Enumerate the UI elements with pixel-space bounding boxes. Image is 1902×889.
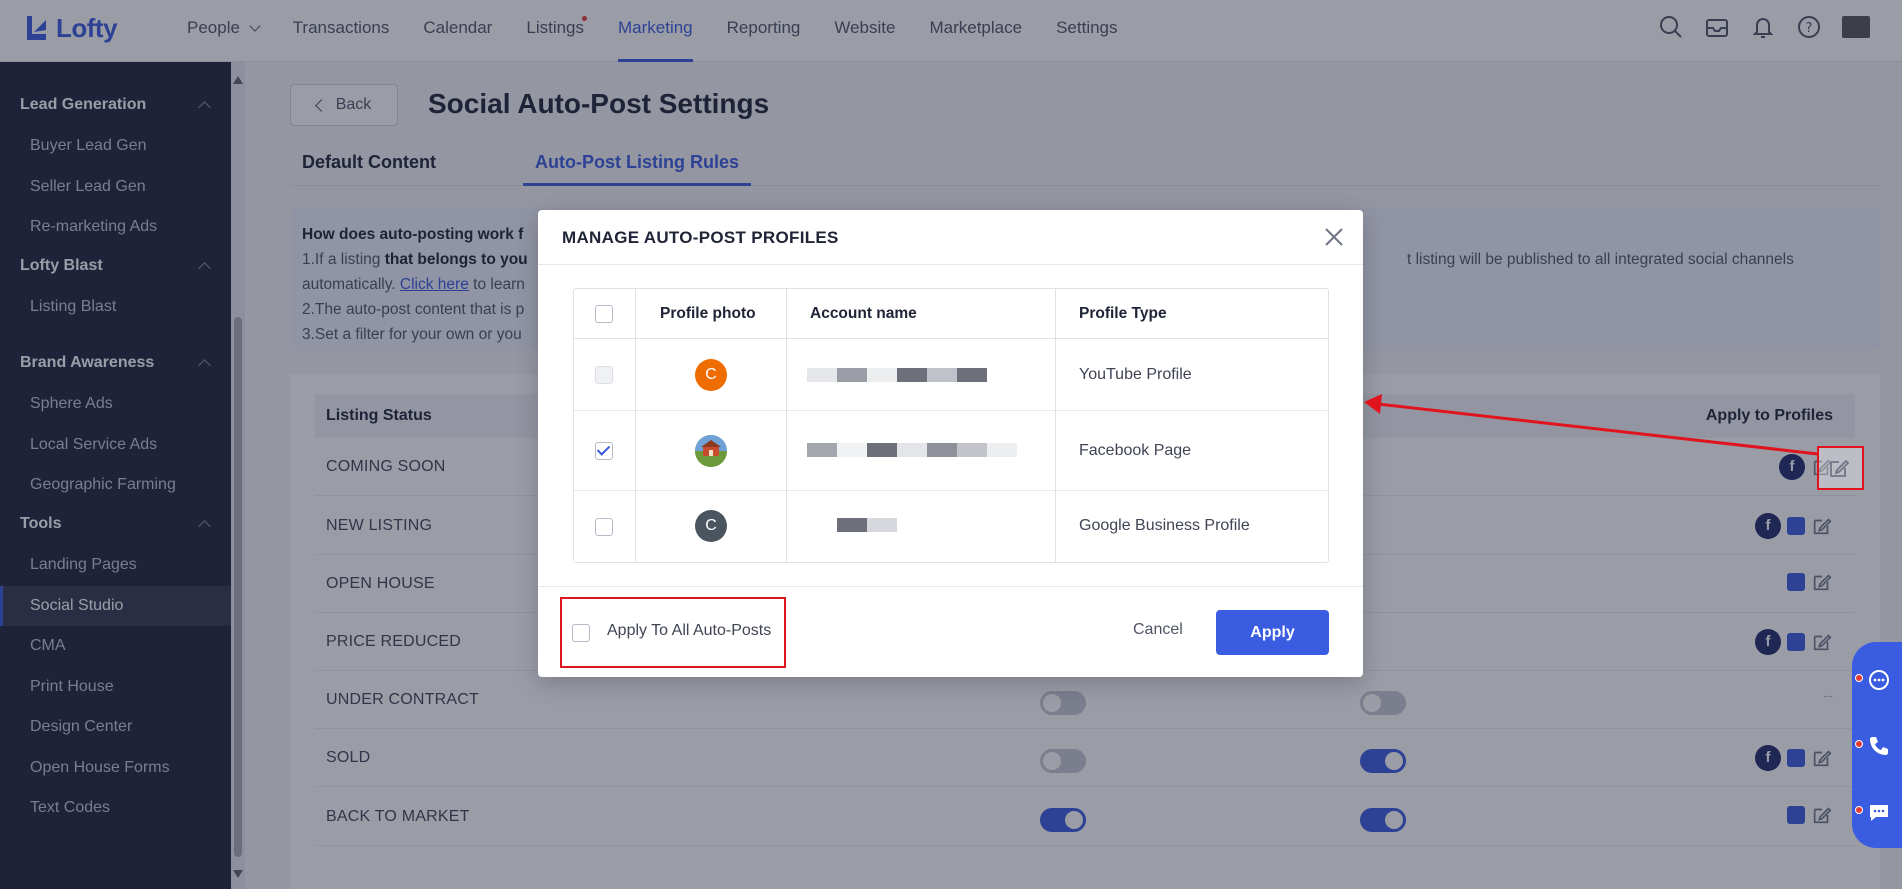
profile-type: Facebook Page: [1079, 442, 1192, 459]
message-icon[interactable]: [1867, 800, 1891, 824]
chat-support-icon[interactable]: [1867, 668, 1891, 692]
modal-title: MANAGE AUTO-POST PROFILES: [562, 228, 839, 247]
notification-dot: [1855, 740, 1863, 748]
apply-to-all-annotation-box: Apply To All Auto-Posts: [560, 597, 786, 668]
profile-avatar: C: [695, 510, 727, 542]
select-all-checkbox[interactable]: [595, 305, 613, 323]
divider: [538, 586, 1363, 587]
profiles-table-header: Profile photo Account name Profile Type: [574, 289, 1328, 339]
header-profile-type: Profile Type: [1079, 305, 1167, 322]
support-widget: [1852, 642, 1902, 848]
phone-icon[interactable]: [1867, 734, 1891, 758]
profile-row-google: C Google Business Profile: [574, 491, 1328, 562]
profile-row-facebook: Facebook Page: [574, 411, 1328, 491]
notification-dot: [1855, 674, 1863, 682]
avatar-letter: C: [705, 517, 717, 534]
profile-avatar: C: [695, 359, 727, 391]
apply-to-all-label[interactable]: Apply To All Auto-Posts: [607, 622, 771, 640]
header-profile-photo: Profile photo: [660, 305, 756, 322]
close-icon[interactable]: [1323, 226, 1345, 248]
cancel-button[interactable]: Cancel: [1133, 621, 1183, 639]
edit-icon[interactable]: [1827, 456, 1851, 480]
profile-row-youtube: C YouTube Profile: [574, 339, 1328, 411]
profiles-table: Profile photo Account name Profile Type …: [573, 288, 1329, 563]
row-checkbox[interactable]: [595, 518, 613, 536]
manage-profiles-modal: MANAGE AUTO-POST PROFILES Profile photo …: [538, 210, 1363, 677]
profile-avatar: [695, 435, 727, 467]
row-checkbox: [595, 366, 613, 384]
notification-dot: [1855, 806, 1863, 814]
row-checkbox[interactable]: [595, 442, 613, 460]
apply-to-all-checkbox[interactable]: [572, 624, 590, 642]
divider: [538, 264, 1363, 265]
apply-button[interactable]: Apply: [1216, 610, 1329, 655]
house-photo-icon: [695, 435, 727, 467]
header-account-name: Account name: [810, 305, 917, 322]
profile-type: YouTube Profile: [1079, 366, 1192, 383]
profile-type: Google Business Profile: [1079, 517, 1250, 534]
avatar-letter: C: [705, 366, 717, 383]
